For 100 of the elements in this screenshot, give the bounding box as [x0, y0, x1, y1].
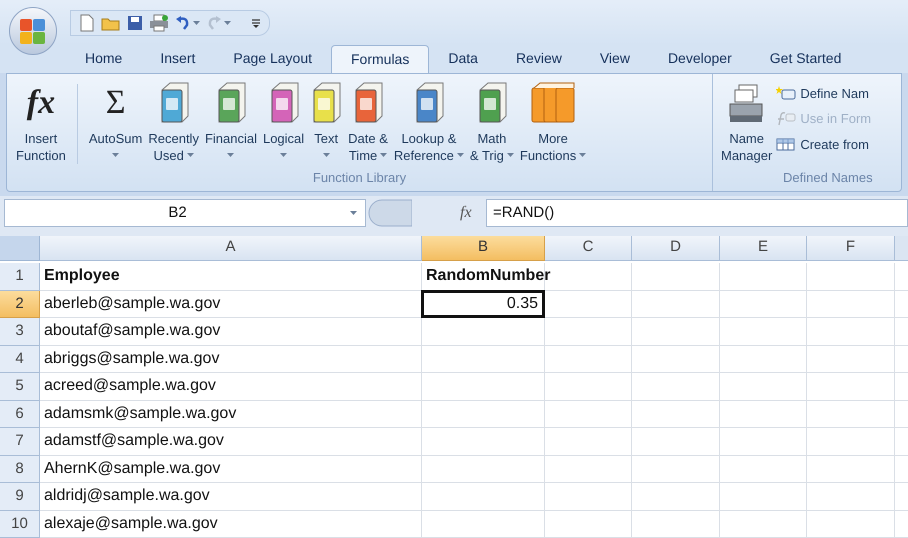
- grid-cell[interactable]: adamstf@sample.wa.gov: [40, 428, 422, 456]
- grid-cell[interactable]: [720, 510, 807, 538]
- row-header[interactable]: 7: [0, 428, 40, 456]
- grid-cell[interactable]: AhernK@sample.wa.gov: [40, 456, 422, 483]
- grid-cell[interactable]: abriggs@sample.wa.gov: [40, 346, 422, 373]
- grid-cell[interactable]: [720, 456, 807, 483]
- ribbon-button[interactable]: Name Manager: [721, 74, 772, 168]
- grid-cell[interactable]: [422, 428, 545, 456]
- splitter-handle-icon[interactable]: [368, 198, 412, 227]
- customize-menu-icon[interactable]: [251, 18, 261, 28]
- row-header[interactable]: 6: [0, 400, 40, 428]
- ribbon-button[interactable]: fx Insert Function: [13, 74, 69, 164]
- column-header[interactable]: E: [720, 236, 807, 260]
- grid-cell[interactable]: [807, 400, 895, 428]
- grid-cell[interactable]: [632, 346, 720, 373]
- name-box[interactable]: B2: [4, 198, 366, 227]
- grid-cell[interactable]: [545, 318, 632, 346]
- row-header[interactable]: 9: [0, 483, 40, 510]
- ribbon-tab[interactable]: Insert: [141, 44, 214, 73]
- ribbon-tab[interactable]: Developer: [648, 44, 751, 73]
- ribbon-button[interactable]: Logical: [260, 74, 308, 164]
- ribbon-menu-button[interactable]: Create from: [776, 134, 872, 154]
- grid-cell[interactable]: [422, 373, 545, 400]
- select-all-corner[interactable]: [0, 236, 40, 260]
- grid-cell[interactable]: [545, 510, 632, 538]
- redo-icon[interactable]: [206, 16, 222, 30]
- grid-cell[interactable]: [632, 318, 720, 346]
- grid-cell[interactable]: [720, 428, 807, 456]
- ribbon-tab[interactable]: Page Layout: [214, 44, 331, 73]
- ribbon-tab[interactable]: Get Started: [750, 44, 860, 73]
- grid-cell[interactable]: [720, 400, 807, 428]
- grid-cell[interactable]: [807, 290, 895, 318]
- ribbon-tab[interactable]: View: [580, 44, 649, 73]
- grid-cell[interactable]: acreed@sample.wa.gov: [40, 373, 422, 400]
- column-header[interactable]: F: [807, 236, 895, 260]
- grid-cell[interactable]: [422, 346, 545, 373]
- column-header[interactable]: A: [40, 236, 422, 260]
- grid-cell[interactable]: aboutaf@sample.wa.gov: [40, 318, 422, 346]
- grid-cell[interactable]: [632, 483, 720, 510]
- ribbon-tab[interactable]: Review: [496, 44, 581, 73]
- grid-cell[interactable]: [545, 400, 632, 428]
- ribbon-tab[interactable]: Formulas: [331, 44, 430, 73]
- row-header[interactable]: 3: [0, 318, 40, 346]
- grid-cell[interactable]: Employee: [40, 263, 422, 290]
- ribbon-button[interactable]: Lookup & Reference: [390, 74, 467, 164]
- grid-cell[interactable]: [545, 456, 632, 483]
- grid-cell[interactable]: [720, 346, 807, 373]
- ribbon-button[interactable]: Recently Used: [145, 74, 202, 164]
- grid-cell[interactable]: [545, 428, 632, 456]
- grid-cell[interactable]: [720, 483, 807, 510]
- ribbon-button[interactable]: Σ AutoSum: [86, 74, 146, 164]
- column-header[interactable]: C: [545, 236, 632, 260]
- grid-cell[interactable]: [720, 318, 807, 346]
- grid-cell[interactable]: [807, 318, 895, 346]
- grid-cell[interactable]: [807, 428, 895, 456]
- grid-cell[interactable]: [545, 346, 632, 373]
- grid-cell[interactable]: [422, 318, 545, 346]
- grid-cell[interactable]: [720, 263, 807, 290]
- printer-icon[interactable]: [149, 14, 169, 32]
- grid-cell[interactable]: [422, 456, 545, 483]
- undo-icon[interactable]: [175, 16, 191, 30]
- grid-cell[interactable]: adamsmk@sample.wa.gov: [40, 400, 422, 428]
- grid-cell[interactable]: [807, 456, 895, 483]
- row-header[interactable]: 1: [0, 263, 40, 290]
- grid-cell[interactable]: [632, 456, 720, 483]
- grid-cell[interactable]: aldridj@sample.wa.gov: [40, 483, 422, 510]
- grid-cell[interactable]: [807, 510, 895, 538]
- grid-cell[interactable]: [545, 483, 632, 510]
- grid-cell[interactable]: [632, 400, 720, 428]
- ribbon-button[interactable]: Math & Trig: [466, 74, 517, 164]
- grid-cell[interactable]: [632, 428, 720, 456]
- grid-cell[interactable]: [632, 290, 720, 318]
- grid-cell[interactable]: [807, 263, 895, 290]
- column-header[interactable]: B: [422, 236, 545, 260]
- row-header[interactable]: 2: [0, 290, 40, 318]
- grid-cell[interactable]: [545, 290, 632, 318]
- formula-field[interactable]: =RAND(): [486, 198, 908, 227]
- office-logo-button[interactable]: [9, 7, 57, 55]
- ribbon-button[interactable]: Financial: [202, 74, 260, 164]
- grid-cell[interactable]: [632, 373, 720, 400]
- grid-cell[interactable]: [807, 483, 895, 510]
- grid-cell[interactable]: [807, 346, 895, 373]
- ribbon-button[interactable]: Text: [307, 74, 346, 164]
- grid-cell[interactable]: [422, 483, 545, 510]
- grid-cell[interactable]: [807, 373, 895, 400]
- row-header[interactable]: 5: [0, 373, 40, 400]
- grid-cell[interactable]: [422, 400, 545, 428]
- grid-cell[interactable]: aberleb@sample.wa.gov: [40, 290, 422, 318]
- column-header[interactable]: [895, 236, 908, 260]
- grid-cell[interactable]: [720, 290, 807, 318]
- new-document-icon[interactable]: [79, 14, 95, 32]
- ribbon-button[interactable]: More Functions: [516, 74, 590, 164]
- ribbon-tab[interactable]: Home: [66, 44, 142, 73]
- ribbon-tab[interactable]: Data: [429, 44, 497, 73]
- grid-cell[interactable]: 0.35: [422, 290, 545, 318]
- save-icon[interactable]: [127, 15, 143, 31]
- grid-cell[interactable]: [422, 510, 545, 538]
- grid-cell[interactable]: [632, 263, 720, 290]
- row-header[interactable]: 10: [0, 510, 40, 538]
- insert-function-label[interactable]: fx: [460, 200, 482, 225]
